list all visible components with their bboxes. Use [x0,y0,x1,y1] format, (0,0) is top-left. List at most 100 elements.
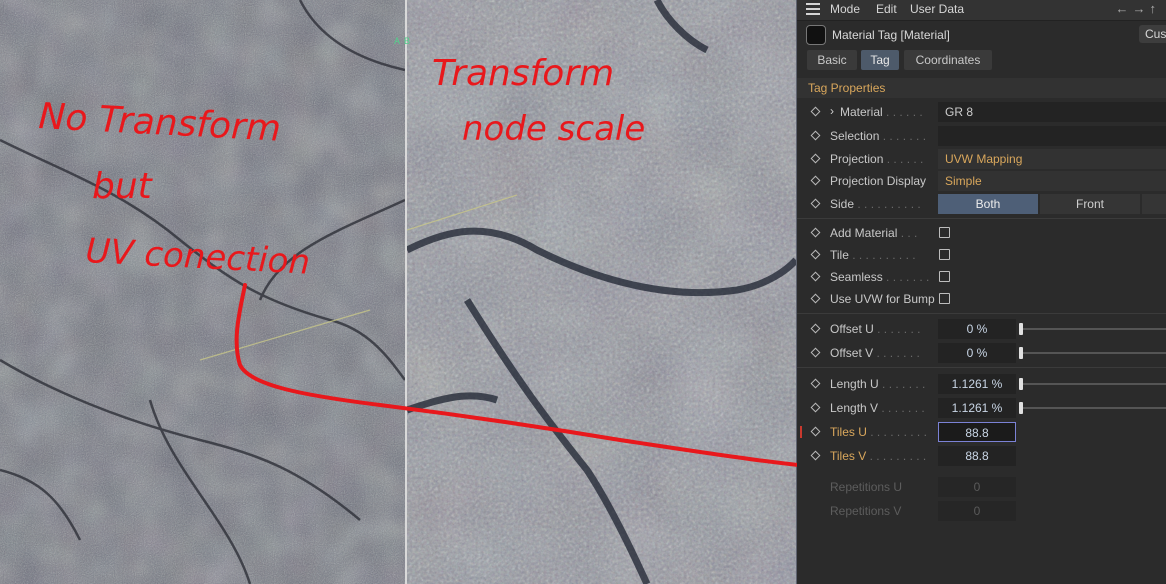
history-arrows-icon[interactable]: ←→↑ [1116,1,1161,16]
seamless-checkbox[interactable] [939,271,950,282]
menu-user-data[interactable]: User Data [910,2,964,16]
label-offset-v: Offset V [830,346,874,360]
row-tiles-v: Tiles V . . . . . . . . . 88.8 [797,445,1166,467]
projection-dropdown[interactable]: UVW Mapping [938,149,1166,169]
annotation-uv-connection: UV conection [85,231,312,283]
tiles-u-input[interactable]: 88.8 [938,422,1016,442]
annotation-no-transform: No Transform [38,96,282,150]
row-side: Side . . . . . . . . . . Both Front [797,193,1166,215]
projection-display-dropdown[interactable]: Simple [938,171,1166,191]
row-selection: Selection . . . . . . . [797,125,1166,147]
row-offset-v: Offset V . . . . . . . 0 % [797,342,1166,364]
custom-button[interactable]: Cus [1139,25,1166,43]
keyframe-diamond-icon[interactable] [810,130,821,141]
tile-checkbox[interactable] [939,249,950,260]
menu-edit[interactable]: Edit [876,2,897,16]
material-tag-icon [806,25,826,45]
annotation-node-scale: node scale [462,109,645,149]
annotation-but: but [92,166,154,207]
keyframe-diamond-icon[interactable] [810,106,821,117]
object-header: Material Tag [Material] Cus [797,22,1166,48]
offset-v-input[interactable]: 0 % [938,343,1016,363]
use-uvw-bump-checkbox[interactable] [939,293,950,304]
offset-v-slider-track[interactable] [1023,352,1166,354]
length-u-slider-handle[interactable] [1019,378,1023,390]
label-add-material: Add Material [830,226,898,240]
row-repetitions-u: Repetitions U 0 [797,476,1166,498]
offset-u-slider-track[interactable] [1023,328,1166,330]
divider [797,313,1166,314]
row-material: › Material . . . . . . GR 8 [797,101,1166,123]
label-material: Material [840,105,883,119]
keyframe-diamond-icon[interactable] [810,249,821,260]
selection-field[interactable] [938,126,1166,146]
keyframe-diamond-icon[interactable] [810,323,821,334]
section-tag-properties[interactable]: Tag Properties [797,78,1166,98]
label-repetitions-u: Repetitions U [830,480,903,494]
tab-basic[interactable]: Basic [807,50,857,70]
keyframe-diamond-icon[interactable] [810,227,821,238]
row-length-v: Length V . . . . . . . 1.1261 % [797,397,1166,419]
material-link-field[interactable]: GR 8 [938,102,1166,122]
row-tile: Tile . . . . . . . . . . [797,244,1166,266]
attribute-manager: Mode Edit User Data ←→↑ Material Tag [Ma… [797,0,1166,584]
label-tile: Tile [830,248,849,262]
keyframe-diamond-icon[interactable] [810,175,821,186]
label-offset-u: Offset U [830,322,874,336]
label-side: Side [830,197,855,211]
label-tiles-v: Tiles V [830,449,867,463]
row-projection-display: Projection Display Simple [797,170,1166,192]
label-use-uvw-bump: Use UVW for Bump [830,292,935,306]
object-title: Material Tag [Material] [832,28,950,42]
label-length-u: Length U [830,377,879,391]
offset-v-slider-handle[interactable] [1019,347,1023,359]
side-option-front[interactable]: Front [1040,194,1140,214]
divider [797,367,1166,368]
offset-u-slider-handle[interactable] [1019,323,1023,335]
row-offset-u: Offset U . . . . . . . 0 % [797,318,1166,340]
row-repetitions-v: Repetitions V 0 [797,500,1166,522]
annotation-text-layer: No Transform but UV conection Transform … [38,53,646,283]
label-projection: Projection [830,152,884,166]
length-v-slider-track[interactable] [1023,407,1166,409]
keyframe-diamond-icon[interactable] [810,347,821,358]
row-tiles-u: Tiles U . . . . . . . . . 88.8 [797,421,1166,443]
add-material-checkbox[interactable] [939,227,950,238]
length-v-input[interactable]: 1.1261 % [938,398,1016,418]
keyframe-diamond-icon[interactable] [810,293,821,304]
keyframe-diamond-icon[interactable] [810,402,821,413]
menu-bar: Mode Edit User Data ←→↑ [797,0,1166,21]
annotation-transform: Transform [432,53,614,94]
tab-coordinates[interactable]: Coordinates [904,50,992,70]
label-projection-display: Projection Display [830,174,927,188]
keyframe-diamond-icon[interactable] [810,450,821,461]
label-length-v: Length V [830,401,879,415]
repetitions-u-input: 0 [938,477,1016,497]
side-option-back[interactable] [1142,194,1166,214]
row-seamless: Seamless . . . . . . . [797,266,1166,288]
keyframe-diamond-icon[interactable] [810,198,821,209]
length-v-slider-handle[interactable] [1019,402,1023,414]
length-u-input[interactable]: 1.1261 % [938,374,1016,394]
viewport[interactable]: A B No Transform but UV conection Transf… [0,0,797,584]
row-add-material: Add Material . . . [797,222,1166,244]
side-option-both[interactable]: Both [938,194,1038,214]
keyframe-diamond-icon[interactable] [810,271,821,282]
label-seamless: Seamless [830,270,883,284]
repetitions-v-input: 0 [938,501,1016,521]
label-tiles-u: Tiles U [830,425,867,439]
row-use-uvw-bump: Use UVW for Bump [797,288,1166,310]
label-repetitions-v: Repetitions V [830,504,902,518]
animated-indicator [800,426,802,438]
keyframe-diamond-icon[interactable] [810,378,821,389]
menu-mode[interactable]: Mode [830,2,860,16]
keyframe-diamond-icon[interactable] [810,153,821,164]
tiles-v-input[interactable]: 88.8 [938,446,1016,466]
hamburger-menu-icon[interactable] [806,3,820,15]
chevron-right-icon[interactable]: › [830,104,834,118]
offset-u-input[interactable]: 0 % [938,319,1016,339]
length-u-slider-track[interactable] [1023,383,1166,385]
keyframe-diamond-icon[interactable] [810,426,821,437]
tab-tag[interactable]: Tag [861,50,899,70]
divider [797,218,1166,219]
